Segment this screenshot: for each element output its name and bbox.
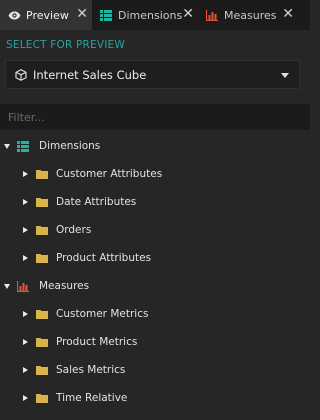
folder-icon bbox=[35, 336, 49, 348]
cube-select-value: Internet Sales Cube bbox=[33, 67, 147, 82]
folder-icon bbox=[35, 308, 49, 320]
dimensions-icon bbox=[16, 140, 30, 152]
tree-node-label: Time Relative bbox=[56, 392, 128, 404]
measures-icon bbox=[204, 9, 220, 21]
tree-node-label: Product Metrics bbox=[56, 336, 138, 348]
tree-node-label: Customer Metrics bbox=[56, 308, 149, 320]
tree-node-label: Orders bbox=[56, 224, 92, 236]
cube-icon bbox=[15, 68, 27, 81]
expand-arrow-icon[interactable] bbox=[4, 143, 10, 149]
tree-node-product-metrics[interactable]: Product Metrics bbox=[0, 328, 310, 356]
tree-node-date-attributes[interactable]: Date Attributes bbox=[0, 188, 310, 216]
eye-icon bbox=[6, 11, 22, 20]
tree-node-label: Customer Attributes bbox=[56, 168, 163, 180]
tree-node-product-attributes[interactable]: Product Attributes bbox=[0, 244, 310, 272]
expand-arrow-icon[interactable] bbox=[4, 283, 10, 289]
tree-node-label: Measures bbox=[39, 280, 90, 292]
folder-icon bbox=[35, 168, 49, 180]
filter-input[interactable] bbox=[0, 104, 310, 130]
folder-icon bbox=[35, 364, 49, 376]
tree-node-orders[interactable]: Orders bbox=[0, 216, 310, 244]
tree-node-label: Date Attributes bbox=[56, 196, 137, 208]
measures-icon bbox=[16, 280, 30, 292]
collapse-arrow-icon[interactable] bbox=[23, 199, 28, 205]
tree-node-label: Product Attributes bbox=[56, 252, 152, 264]
tree-node-sales-metrics[interactable]: Sales Metrics bbox=[0, 356, 310, 384]
tree-node-customer-metrics[interactable]: Customer Metrics bbox=[0, 300, 310, 328]
tab-bar: Preview ✕ Dimensions ✕ Measures ✕ bbox=[0, 0, 310, 30]
tree-node-label: Sales Metrics bbox=[56, 364, 126, 376]
cube-tree: Dimensions Customer Attributes Date Attr… bbox=[0, 132, 310, 412]
collapse-arrow-icon[interactable] bbox=[23, 339, 28, 345]
tab-measures[interactable]: Measures ✕ bbox=[198, 0, 298, 30]
close-icon[interactable]: ✕ bbox=[182, 7, 194, 21]
tree-node-time-relative[interactable]: Time Relative bbox=[0, 384, 310, 412]
collapse-arrow-icon[interactable] bbox=[23, 227, 28, 233]
tab-dimensions[interactable]: Dimensions ✕ bbox=[92, 0, 198, 30]
tree-node-dimensions[interactable]: Dimensions bbox=[0, 132, 310, 160]
tab-dimensions-label: Dimensions bbox=[118, 8, 183, 22]
folder-icon bbox=[35, 392, 49, 404]
tree-node-customer-attributes[interactable]: Customer Attributes bbox=[0, 160, 310, 188]
collapse-arrow-icon[interactable] bbox=[23, 171, 28, 177]
collapse-arrow-icon[interactable] bbox=[23, 395, 28, 401]
close-icon[interactable]: ✕ bbox=[76, 7, 88, 21]
folder-icon bbox=[35, 252, 49, 264]
tab-preview[interactable]: Preview ✕ bbox=[0, 0, 92, 30]
tree-node-measures[interactable]: Measures bbox=[0, 272, 310, 300]
tree-node-label: Dimensions bbox=[39, 140, 101, 152]
cube-select[interactable]: Internet Sales Cube bbox=[5, 60, 300, 89]
collapse-arrow-icon[interactable] bbox=[23, 255, 28, 261]
dimensions-icon bbox=[98, 9, 114, 21]
close-icon[interactable]: ✕ bbox=[282, 7, 294, 21]
folder-icon bbox=[35, 196, 49, 208]
tab-preview-label: Preview bbox=[26, 8, 69, 22]
tab-measures-label: Measures bbox=[224, 8, 277, 22]
select-for-preview-label: SELECT FOR PREVIEW bbox=[6, 39, 125, 51]
collapse-arrow-icon[interactable] bbox=[23, 311, 28, 317]
collapse-arrow-icon[interactable] bbox=[23, 367, 28, 373]
folder-icon bbox=[35, 224, 49, 236]
chevron-down-icon bbox=[281, 73, 289, 78]
